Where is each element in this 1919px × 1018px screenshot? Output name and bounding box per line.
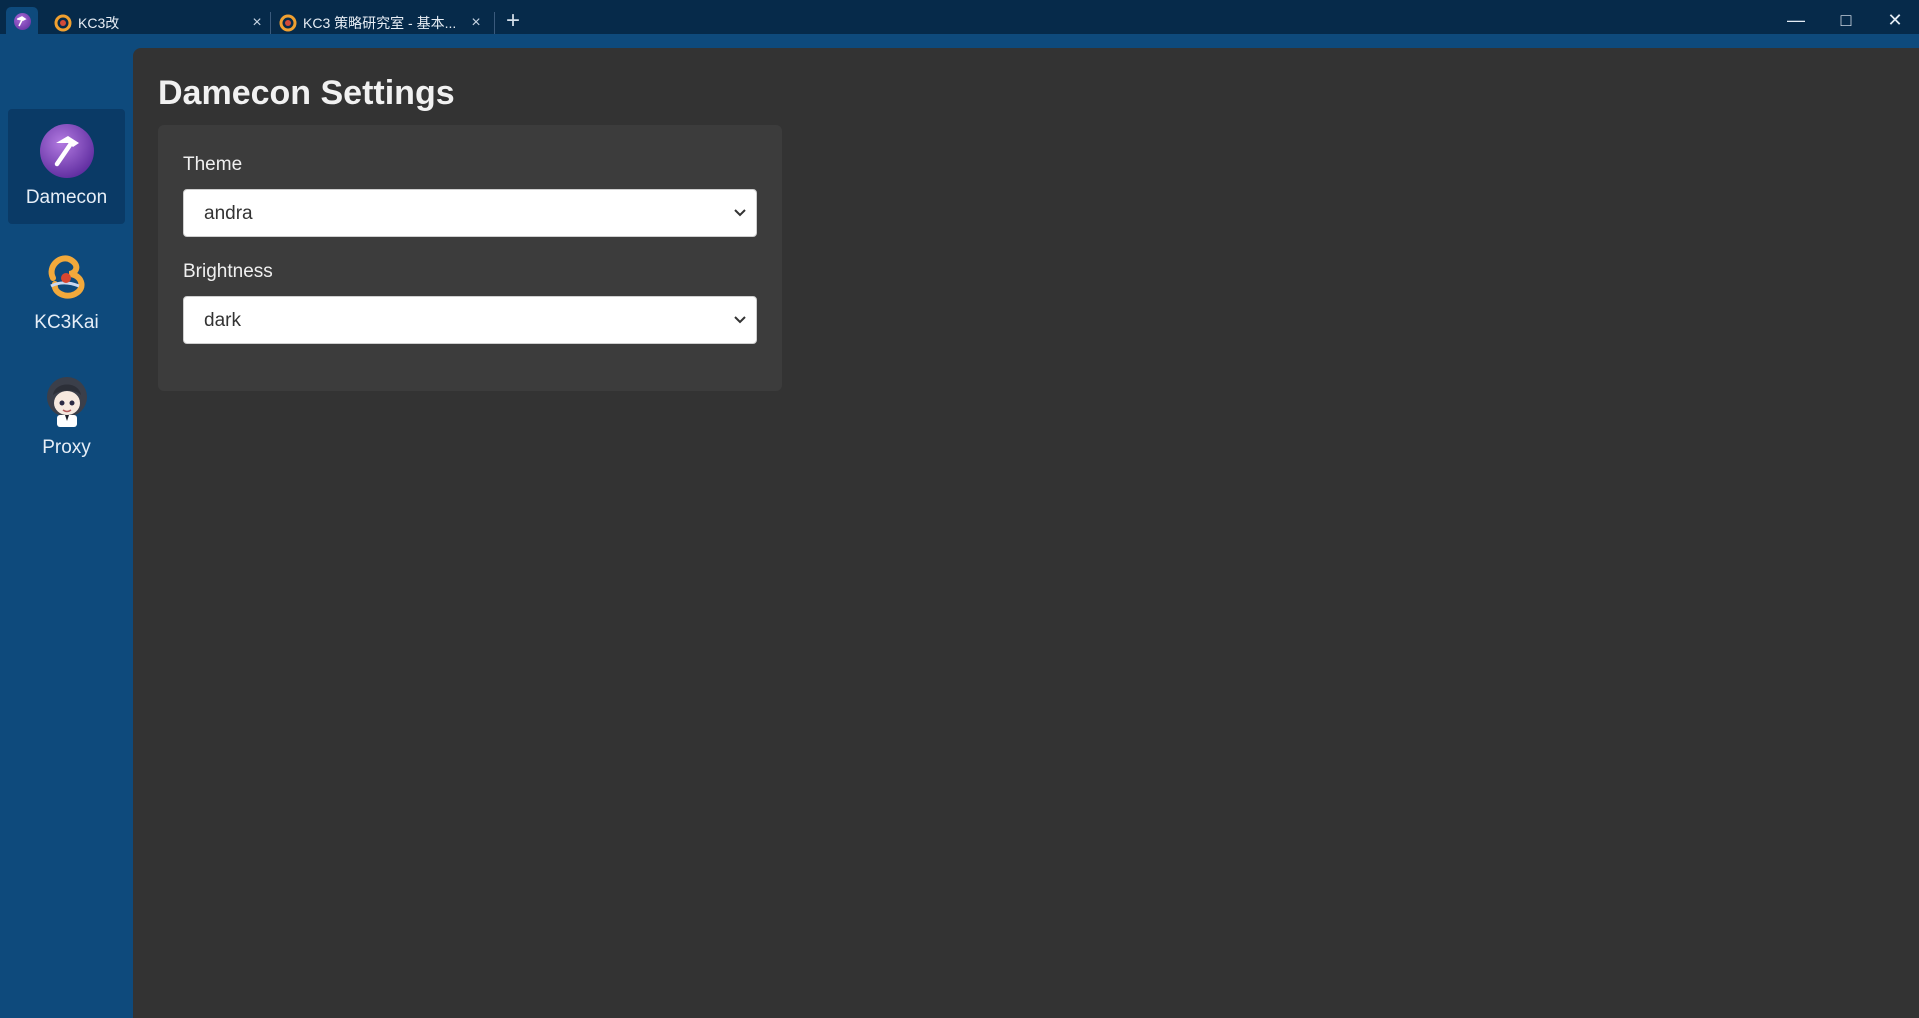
page-title: Damecon Settings <box>158 74 455 112</box>
brightness-select-value: dark <box>204 310 241 331</box>
tab-divider <box>494 12 495 34</box>
tab-divider <box>270 12 271 34</box>
sidebar-item-label: Proxy <box>42 437 91 458</box>
minimize-button[interactable]: — <box>1781 6 1811 34</box>
maximize-button[interactable]: □ <box>1831 6 1861 34</box>
brightness-label: Brightness <box>183 261 273 282</box>
tab-label: KC3改 <box>78 15 120 31</box>
app-menu-button[interactable] <box>6 7 38 37</box>
chevron-down-icon <box>734 316 746 324</box>
proxy-avatar-icon <box>39 373 95 429</box>
theme-label: Theme <box>183 154 243 175</box>
close-tab-icon[interactable]: × <box>248 14 266 32</box>
kc3kai-favicon-icon <box>279 14 297 32</box>
damecon-hammer-icon <box>39 123 95 179</box>
sidebar-item-kc3kai[interactable]: KC3Kai <box>8 234 125 349</box>
sidebar-item-damecon[interactable]: Damecon <box>8 109 125 224</box>
settings-card: Theme andra Brightness dark <box>158 125 782 391</box>
sidebar: Damecon KC3Kai Proxy <box>0 40 133 1018</box>
tab-kc3-strategy-room[interactable]: KC3 策略研究室 - 基本... × <box>279 8 485 38</box>
close-tab-icon[interactable]: × <box>467 14 485 32</box>
new-tab-button[interactable]: + <box>502 8 524 34</box>
theme-select-value: andra <box>204 203 253 224</box>
close-window-button[interactable]: ✕ <box>1880 6 1910 34</box>
sidebar-item-label: KC3Kai <box>34 312 99 333</box>
title-bar: KC3改 × KC3 策略研究室 - 基本... × + — □ ✕ <box>0 0 1919 40</box>
sidebar-item-label: Damecon <box>25 187 108 208</box>
chevron-down-icon <box>734 209 746 217</box>
sidebar-item-proxy[interactable]: Proxy <box>8 359 125 474</box>
theme-select[interactable]: andra <box>183 189 757 237</box>
main-content: Damecon Settings Theme andra Brightness … <box>133 48 1919 1018</box>
tab-kc3kai[interactable]: KC3改 × <box>54 8 266 38</box>
damecon-hammer-icon <box>14 13 31 30</box>
tab-label: KC3 策略研究室 - 基本... <box>303 15 457 31</box>
brightness-select[interactable]: dark <box>183 296 757 344</box>
kc3kai-logo-icon <box>39 248 95 304</box>
kc3kai-favicon-icon <box>54 14 72 32</box>
